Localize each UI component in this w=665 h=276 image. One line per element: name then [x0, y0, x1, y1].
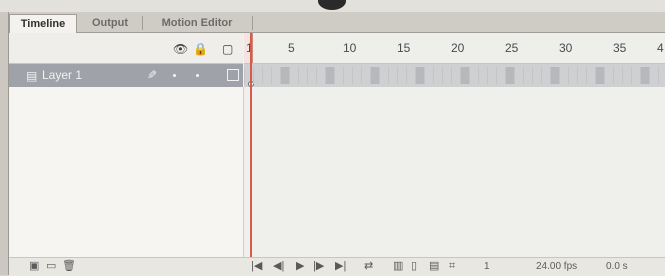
tab-motion-editor[interactable]: Motion Editor [143, 14, 251, 32]
current-frame: 1 [484, 261, 490, 272]
elapsed-time: 0.0 s [606, 261, 628, 272]
timeline-panel: Timeline Output Motion Editor 👁 🔒 ▢ ▤ La… [8, 12, 665, 276]
layer-name: Layer 1 [42, 68, 83, 82]
ruler-label: 25 [505, 41, 519, 55]
layer-list [9, 87, 244, 257]
outline-square[interactable] [227, 69, 239, 81]
layer-frames-row[interactable] [244, 64, 665, 87]
new-folder-icon[interactable]: ▭ [46, 260, 56, 272]
onion-markers-icon[interactable]: ⌗ [449, 260, 455, 272]
panel-tabs: Timeline Output Motion Editor [9, 12, 665, 33]
ruler-label: 4 [657, 41, 664, 55]
pencil-icon: ✎ [147, 68, 158, 82]
layer-header: 👁 🔒 ▢ [9, 33, 243, 64]
layer-icon: ▤ [26, 69, 38, 83]
lock-icon[interactable]: 🔒 [193, 43, 208, 55]
tab-separator [252, 16, 253, 30]
playhead[interactable] [250, 33, 252, 257]
new-layer-icon[interactable]: ▣ [29, 260, 39, 272]
frame-rate: 24.00 fps [536, 261, 578, 272]
timeline-toolbar: ▣ ▭ 🗑 |◀ ◀| ▶ |▶ ▶| ⇄ ▥ ▯ ▤ ⌗ 1 24.00 fp… [9, 257, 665, 276]
eye-icon[interactable]: 👁 [173, 43, 188, 55]
onion-skin-icon[interactable]: ▥ [393, 260, 403, 272]
outline-icon[interactable]: ▢ [222, 43, 233, 55]
layer-row[interactable]: ▤ Layer 1 ✎ [9, 64, 243, 87]
ruler-label: 30 [559, 41, 573, 55]
ruler-label: 15 [397, 41, 411, 55]
ruler-label: 35 [613, 41, 627, 55]
first-frame-icon[interactable]: |◀ [251, 260, 262, 272]
visibility-dot[interactable] [173, 74, 176, 77]
frame-cell[interactable] [658, 67, 665, 84]
play-icon[interactable]: ▶ [296, 260, 304, 272]
ruler-label: 10 [343, 41, 357, 55]
edit-multiple-icon[interactable]: ▤ [429, 260, 439, 272]
timeline-ruler[interactable]: 1 5 10 15 20 25 30 35 4 [244, 33, 665, 64]
ruler-label: 20 [451, 41, 465, 55]
frames-area [244, 87, 665, 257]
center-frame-icon[interactable]: ⇄ [364, 260, 373, 272]
step-forward-icon[interactable]: |▶ [313, 260, 324, 272]
delete-icon[interactable]: 🗑 [62, 260, 76, 272]
last-frame-icon[interactable]: ▶| [335, 260, 346, 272]
onion-outline-icon[interactable]: ▯ [411, 260, 417, 272]
tab-timeline[interactable]: Timeline [9, 14, 77, 33]
lock-dot[interactable] [196, 74, 199, 77]
ruler-label: 5 [288, 41, 295, 55]
step-back-icon[interactable]: ◀| [273, 260, 284, 272]
tab-output[interactable]: Output [79, 14, 141, 32]
